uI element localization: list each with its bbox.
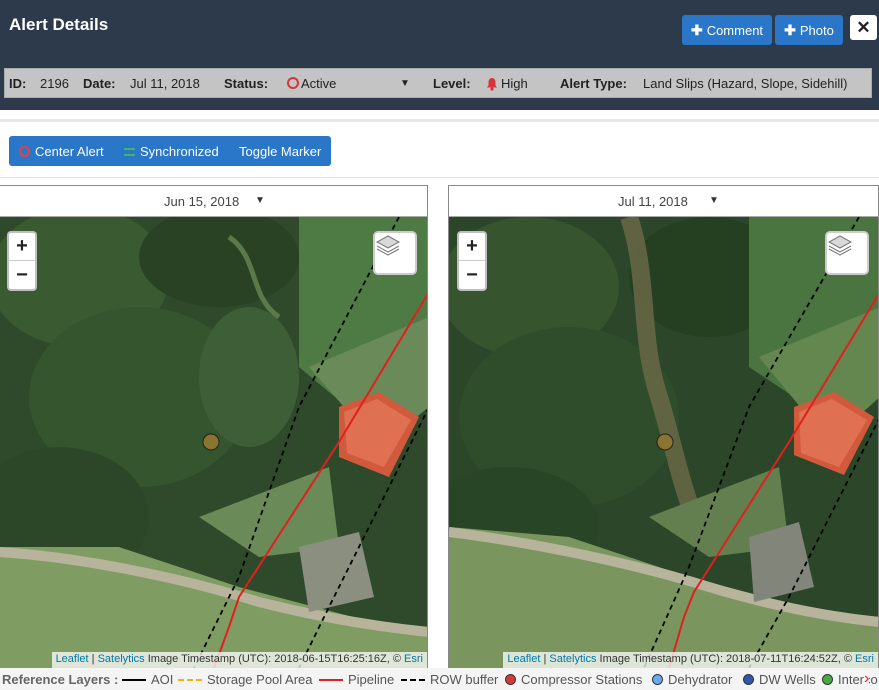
legend-item-compressor-stations: Compressor Stations (505, 672, 642, 687)
pipeline-line-swatch (319, 678, 343, 681)
date-select-value: Jul 11, 2018 (618, 194, 688, 209)
page-title: Alert Details (9, 15, 109, 34)
map-toolbar: Center Alert Synchronized Toggle Marker (9, 136, 331, 166)
chevron-down-icon: ▼ (255, 195, 265, 206)
satellite-map-left[interactable]: + − Leaflet | Satelytics Image Timestamp… (0, 217, 427, 668)
esri-link[interactable]: Esri (404, 653, 423, 665)
chevron-down-icon: ▼ (709, 195, 719, 206)
zoom-out-button[interactable]: − (459, 261, 485, 289)
alert-type-label: Alert Type: (560, 76, 627, 91)
status-select[interactable]: Active (301, 76, 336, 91)
leaflet-link[interactable]: Leaflet (56, 653, 89, 665)
leaflet-link[interactable]: Leaflet (507, 653, 540, 665)
storage-pool-line-swatch (178, 678, 202, 681)
image-timestamp: Image Timestamp (UTC): 2018-06-15T16:25:… (147, 653, 401, 665)
aoi-line-swatch (122, 678, 146, 681)
crosshair-icon (19, 146, 30, 157)
satellite-imagery (0, 217, 427, 668)
alert-info-bar: ID: 2196 Date: Jul 11, 2018 Status: Acti… (4, 68, 872, 98)
attribution-separator: | (91, 653, 95, 665)
satellite-imagery (449, 217, 878, 668)
zoom-in-button[interactable]: + (459, 233, 485, 261)
legend-item-row-buffer: ROW buffer (401, 672, 498, 687)
map-attribution: Leaflet | Satelytics Image Timestamp (UT… (503, 652, 878, 668)
legend-title: Reference Layers : (2, 672, 119, 687)
legend-scroll-right-icon[interactable]: › (864, 670, 870, 688)
reference-layers-legend: Reference Layers : AOI Storage Pool Area… (0, 668, 879, 690)
legend-item-pipeline: Pipeline (319, 672, 394, 687)
toggle-marker-label: Toggle Marker (239, 144, 322, 159)
map-attribution: Leaflet | Satelytics Image Timestamp (UT… (51, 652, 427, 668)
compressor-station-dot-icon (505, 674, 516, 685)
level-label: Level: (433, 76, 471, 91)
satellite-map-right[interactable]: + − Leaflet | Satelytics Image Timestamp… (449, 217, 878, 668)
legend-item-dehydrator: Dehydrator (652, 672, 732, 687)
image-timestamp: Image Timestamp (UTC): 2018-07-11T16:24:… (599, 653, 852, 665)
sync-icon (124, 147, 135, 156)
toggle-marker-button[interactable]: Toggle Marker (239, 144, 321, 159)
plus-icon: ✚ (784, 21, 796, 38)
zoom-out-button[interactable]: − (9, 261, 35, 289)
legend-item-dw-wells: DW Wells (743, 672, 816, 687)
satelytics-link[interactable]: Satelytics (98, 653, 145, 665)
id-label: ID: (9, 76, 27, 91)
map-panel-left: Jun 15, 2018 ▼ + − Leaflet | Satelytics … (0, 185, 428, 668)
chevron-down-icon[interactable]: ▼ (400, 78, 410, 89)
level-value: High (501, 76, 528, 91)
row-buffer-line-swatch (401, 678, 425, 681)
legend-item-aoi: AOI (122, 672, 173, 687)
close-icon: ✕ (856, 17, 871, 37)
layers-icon (827, 235, 853, 256)
header-bar: Alert Details ✚ Comment ✚ Photo ✕ ID: 21… (0, 0, 879, 110)
status-circle-icon (287, 77, 299, 89)
legend-item-storage-pool: Storage Pool Area (178, 672, 313, 687)
zoom-control: + − (7, 231, 37, 291)
zoom-in-button[interactable]: + (9, 233, 35, 261)
date-select-value: Jun 15, 2018 (164, 194, 240, 209)
synchronized-button[interactable]: Synchronized (124, 144, 219, 159)
legend-item-interconnect: Interco (822, 672, 878, 687)
layers-button[interactable] (825, 231, 869, 275)
zoom-control: + − (457, 231, 487, 291)
plus-icon: ✚ (690, 21, 703, 38)
alert-details-page: Alert Details ✚ Comment ✚ Photo ✕ ID: 21… (0, 0, 879, 690)
photo-label: Photo (799, 22, 834, 38)
divider (0, 177, 879, 178)
map-panel-right: Jul 11, 2018 ▼ + − Leaflet | Satelytics … (448, 185, 879, 668)
dehydrator-dot-icon (652, 674, 663, 685)
comment-label: Comment (706, 22, 764, 38)
status-label: Status: (224, 76, 269, 91)
add-comment-button[interactable]: ✚ Comment (682, 15, 772, 45)
synchronized-label: Synchronized (140, 144, 219, 159)
bell-icon (487, 78, 497, 91)
date-select-left[interactable]: Jun 15, 2018 ▼ (0, 186, 427, 217)
divider (0, 119, 879, 122)
date-label: Date: (83, 76, 116, 91)
satelytics-link[interactable]: Satelytics (549, 653, 596, 665)
layers-button[interactable] (373, 231, 417, 275)
center-alert-label: Center Alert (35, 144, 104, 159)
date-select-right[interactable]: Jul 11, 2018 ▼ (449, 186, 878, 217)
date-value: Jul 11, 2018 (130, 76, 200, 91)
esri-link[interactable]: Esri (855, 653, 874, 665)
layers-icon (375, 235, 401, 256)
center-alert-button[interactable]: Center Alert (19, 144, 104, 159)
add-photo-button[interactable]: ✚ Photo (775, 15, 843, 45)
close-button[interactable]: ✕ (850, 15, 877, 40)
id-value: 2196 (40, 76, 69, 91)
attribution-separator: | (543, 653, 547, 665)
dw-wells-dot-icon (743, 674, 754, 685)
interconnect-dot-icon (822, 674, 833, 685)
alert-type-value: Land Slips (Hazard, Slope, Sidehill) (643, 76, 848, 91)
